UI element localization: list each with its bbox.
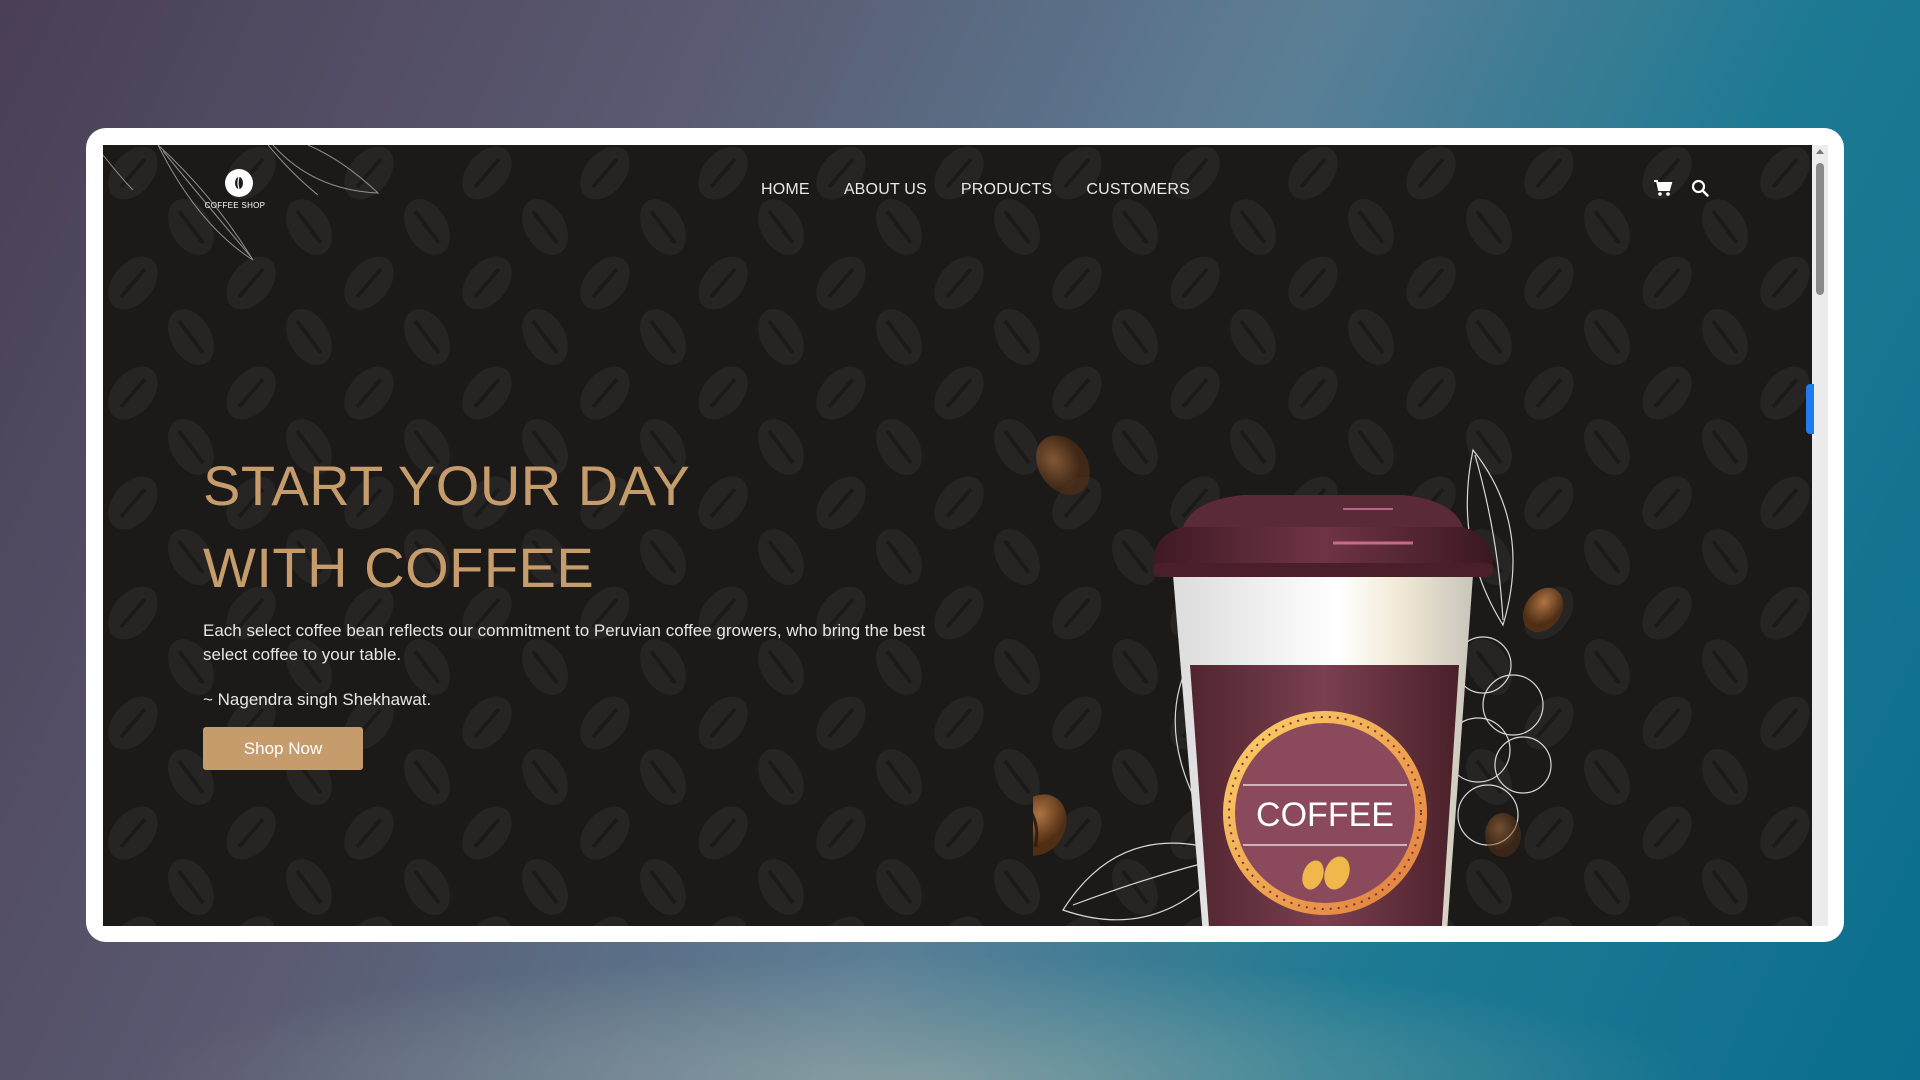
shop-now-button[interactable]: Shop Now: [203, 727, 363, 770]
hero-author: ~ Nagendra singh Shekhawat.: [203, 690, 432, 709]
hero-title-line-2: WITH COFFEE: [203, 536, 595, 599]
brand-logo[interactable]: COFFEE SHOP: [203, 169, 267, 210]
nav-products[interactable]: PRODUCTS: [961, 181, 1052, 199]
hero-title: START YOUR DAY WITH COFFEE: [203, 445, 690, 609]
search-icon[interactable]: [1691, 179, 1709, 202]
backdrop-glow: [0, 920, 1920, 1080]
coffee-cup-illustration: COFFEE: [1033, 435, 1564, 926]
nav-home[interactable]: HOME: [761, 181, 810, 199]
nav-customers[interactable]: CUSTOMERS: [1086, 181, 1190, 199]
nav-about-us[interactable]: ABOUT US: [844, 181, 927, 199]
hero-title-line-1: START YOUR DAY: [203, 454, 691, 517]
side-indicator-tab[interactable]: [1806, 384, 1814, 434]
coffee-bean-logo-icon: [225, 169, 253, 197]
website-viewport: COFFEE SHOP HOME ABOUT US PRODUCTS CUSTO…: [103, 145, 1828, 926]
cart-icon[interactable]: [1653, 179, 1673, 202]
header-actions: [1653, 179, 1709, 202]
cup-label: COFFEE: [1256, 796, 1394, 834]
scroll-up-arrow-icon[interactable]: [1816, 149, 1824, 154]
main-nav: HOME ABOUT US PRODUCTS CUSTOMERS: [761, 181, 1190, 199]
brand-name: COFFEE SHOP: [204, 201, 266, 210]
hero-description: Each select coffee bean reflects our com…: [203, 621, 926, 664]
vertical-scrollbar[interactable]: [1812, 145, 1828, 926]
scrollbar-thumb[interactable]: [1816, 163, 1824, 295]
